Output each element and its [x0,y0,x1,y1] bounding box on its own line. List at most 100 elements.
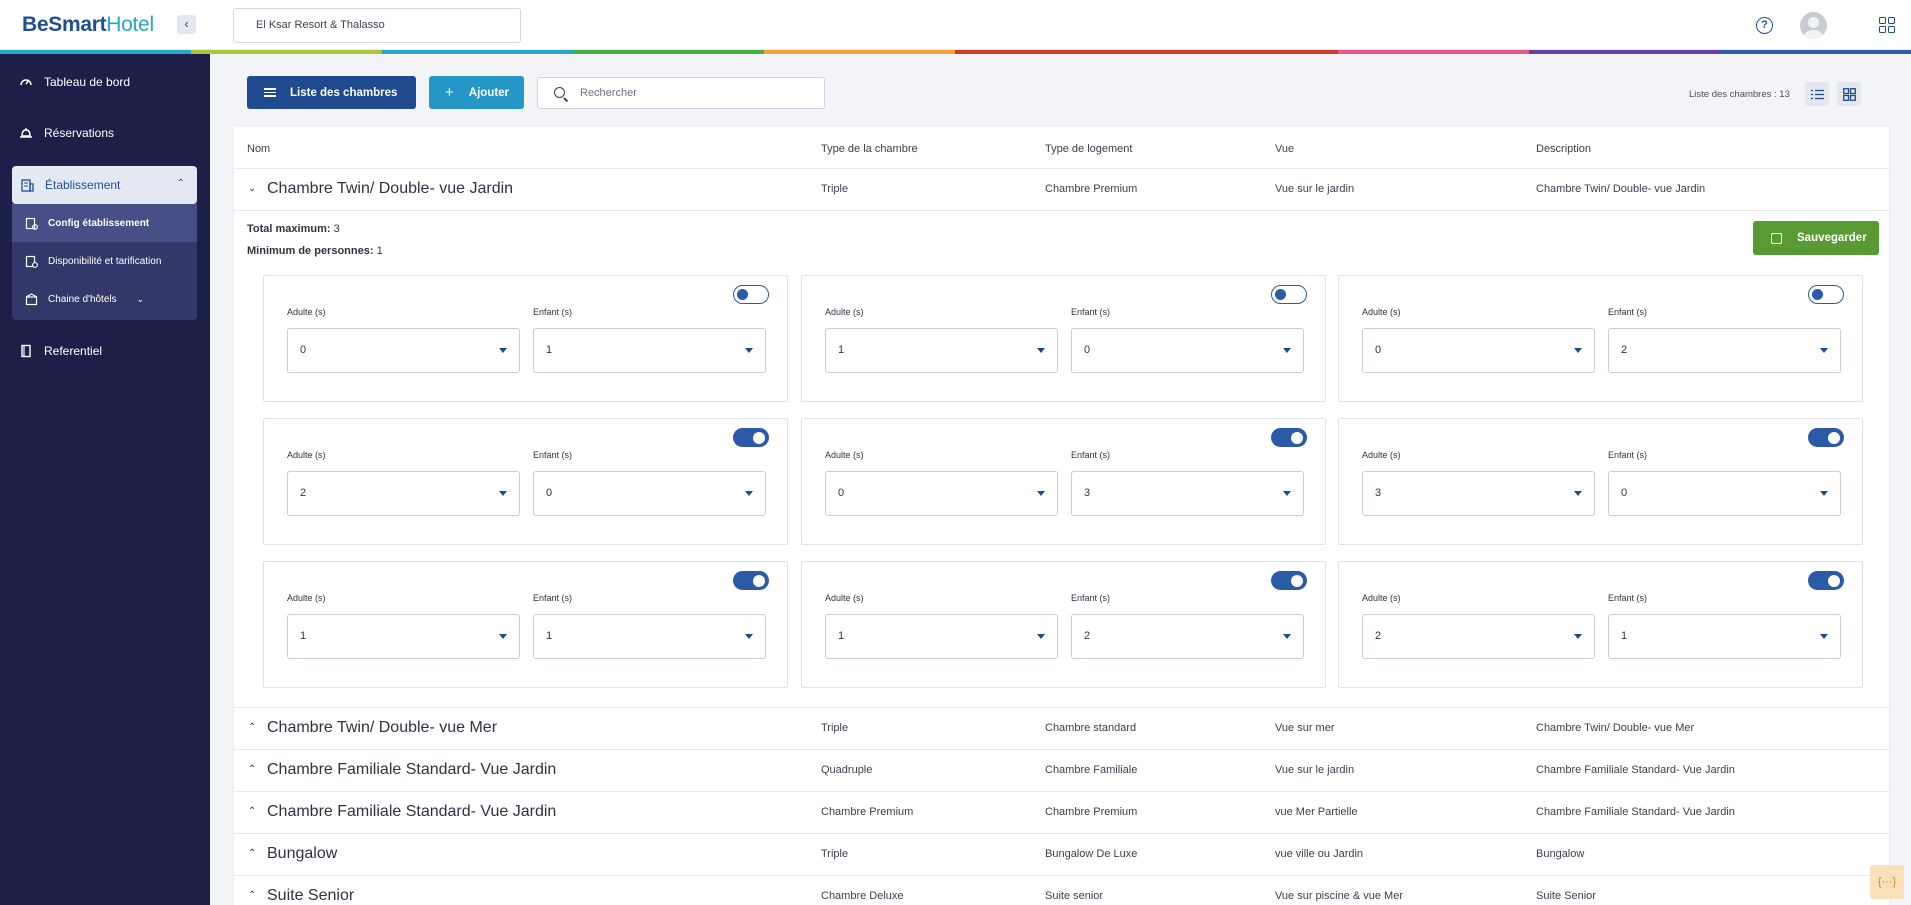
adult-label: Adulte (s) [1362,307,1401,317]
sidebar-subitem-disponibilite[interactable]: Disponibilité et tarification [12,242,197,280]
caret-down-icon [499,634,507,639]
table-row[interactable]: ⌃ Bungalow Triple Bungalow De Luxe vue ville… [234,834,1889,876]
sidebar-subitem-chaine-hotels[interactable]: Chaine d'hôtels ⌄ [12,280,197,318]
table-row[interactable]: ⌃ Suite Senior Chambre Deluxe Suite senior V… [234,876,1889,905]
sidebar-item-label: Réservations [44,126,115,140]
row-type: Triple [821,848,849,860]
room-list-button[interactable]: Liste des chambres [247,76,416,109]
list-view-button[interactable] [1805,82,1829,106]
child-select[interactable]: 0 [1071,328,1304,373]
hotel-select[interactable]: El Ksar Resort & Thalasso [233,8,521,43]
chevron-up-icon[interactable]: ⌃ [248,806,256,817]
adult-select[interactable]: 1 [825,328,1058,373]
child-label: Enfant (s) [1608,593,1648,603]
sidebar-subitem-config-etablissement[interactable]: Config établissement [12,204,197,242]
chevron-up-icon[interactable]: ⌃ [248,764,256,775]
row-name: Chambre Twin/ Double- vue Jardin [267,180,514,197]
adult-select[interactable]: 1 [825,614,1058,659]
avatar[interactable] [1800,12,1827,39]
sidebar-item-reservations[interactable]: Réservations [0,116,210,150]
sidebar-subitem-label: Config établissement [48,217,150,229]
row-description: Chambre Twin/ Double- vue Jardin [1536,183,1706,195]
table-row[interactable]: ⌄ Chambre Twin/ Double- vue Jardin Triple C… [234,169,1889,211]
child-select[interactable]: 2 [1071,614,1304,659]
adult-select[interactable]: 0 [1362,328,1595,373]
json-debug-button[interactable]: {···} [1870,865,1904,899]
caret-down-icon [1820,348,1828,353]
chevron-down-icon[interactable]: ⌄ [248,183,256,194]
row-logement: Suite senior [1045,890,1104,902]
total-max-value: 3 [333,223,340,235]
chevron-up-icon[interactable]: ⌃ [248,722,256,733]
occupancy-toggle[interactable] [1271,285,1307,304]
caret-down-icon [499,491,507,496]
chevron-up-icon[interactable]: ⌃ [248,848,256,859]
occupancy-toggle[interactable] [1808,571,1844,590]
adult-select[interactable]: 2 [1362,614,1595,659]
occupancy-card: Adulte (s) Enfant (s) 2 0 [263,418,788,545]
adult-select[interactable]: 0 [825,471,1058,516]
collapse-sidebar-button[interactable]: ‹ [177,15,196,34]
sidebar-item-label: Tableau de bord [44,75,131,89]
occupancy-card: Adulte (s) Enfant (s) 1 2 [801,561,1326,688]
chevron-up-icon[interactable]: ⌃ [248,890,256,901]
child-select[interactable]: 1 [1608,614,1841,659]
child-select[interactable]: 0 [533,471,766,516]
occupancy-toggle[interactable] [733,285,769,304]
child-select-value: 2 [1621,344,1628,356]
sidebar-item-tableau-de-bord[interactable]: Tableau de bord [0,65,210,99]
occupancy-toggle[interactable] [1808,428,1844,447]
grid-view-button[interactable] [1837,82,1861,106]
caret-down-icon [1037,491,1045,496]
book-icon [19,344,33,358]
brand-logo[interactable]: BeSmartHotel [22,13,154,37]
child-select[interactable]: 1 [533,328,766,373]
bell-icon [19,126,33,140]
dashboard-icon [19,75,33,89]
add-button[interactable]: + Ajouter [429,76,524,109]
adult-select-value: 0 [300,344,307,356]
occupancy-toggle[interactable] [1271,571,1307,590]
child-select[interactable]: 3 [1071,471,1304,516]
adult-select-value: 0 [1375,344,1382,356]
occupancy-toggle[interactable] [733,428,769,447]
caret-down-icon [499,348,507,353]
total-max-label: Total maximum: [247,223,331,235]
occupancy-toggle[interactable] [1808,285,1844,304]
occupancy-toggle[interactable] [733,571,769,590]
child-label: Enfant (s) [533,450,573,460]
save-button[interactable]: Sauvegarder [1753,221,1879,255]
adult-select[interactable]: 1 [287,614,520,659]
row-vue: Vue sur le jardin [1275,764,1355,776]
table-row[interactable]: ⌃ Chambre Familiale Standard- Vue Jardin C… [234,792,1889,834]
sidebar-item-etablissement[interactable]: Établissement ⌃ [12,166,197,204]
row-type: Triple [821,722,849,734]
adult-select-value: 2 [300,487,307,499]
adult-select[interactable]: 2 [287,471,520,516]
brand-part1: BeSmart [22,13,107,36]
child-select[interactable]: 0 [1608,471,1841,516]
child-select-value: 2 [1084,630,1091,642]
child-select[interactable]: 2 [1608,328,1841,373]
table-header: Nom Type de la chambre Type de logement … [234,127,1889,169]
adult-select[interactable]: 3 [1362,471,1595,516]
help-icon[interactable]: ? [1756,17,1773,34]
child-select[interactable]: 1 [533,614,766,659]
apps-icon[interactable] [1879,17,1895,33]
header-nom: Nom [247,143,271,155]
top-bar: BeSmartHotel ‹ El Ksar Resort & Thalasso… [0,0,1911,50]
caret-down-icon [1283,491,1291,496]
adult-select[interactable]: 0 [287,328,520,373]
sidebar-subitem-label: Chaine d'hôtels [48,293,117,305]
caret-down-icon [1820,634,1828,639]
sidebar-group-etablissement: Établissement ⌃ Config établissement Dis… [12,166,197,320]
table-row[interactable]: ⌃ Chambre Familiale Standard- Vue Jardin Q… [234,750,1889,792]
sidebar-item-referentiel[interactable]: Referentiel [0,334,210,368]
row-name: Chambre Familiale Standard- Vue Jardin [267,803,557,820]
search-input[interactable] [580,78,810,108]
occupancy-toggle[interactable] [1271,428,1307,447]
occupancy-card: Adulte (s) Enfant (s) 2 1 [1338,561,1863,688]
occupancy-card: Adulte (s) Enfant (s) 0 1 [263,275,788,402]
table-row[interactable]: ⌃ Chambre Twin/ Double- vue Mer Triple Cham… [234,708,1889,750]
min-persons-label: Minimum de personnes: [247,245,374,257]
